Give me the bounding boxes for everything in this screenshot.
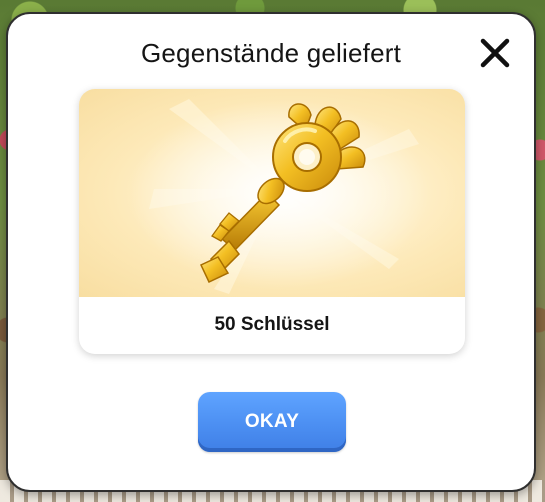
close-icon[interactable] <box>478 36 512 70</box>
okay-button[interactable]: OKAY <box>198 392 346 452</box>
reward-card: 50 Schlüssel <box>79 89 465 354</box>
dialog-title: Gegenstände geliefert <box>140 38 402 68</box>
reward-label: 50 Schlüssel <box>214 314 330 335</box>
items-delivered-dialog: Gegenstände geliefert 50 Schlüssel OKAY <box>6 12 536 492</box>
golden-key-icon <box>129 99 429 294</box>
close-button[interactable] <box>478 36 512 70</box>
reward-image <box>79 89 465 297</box>
